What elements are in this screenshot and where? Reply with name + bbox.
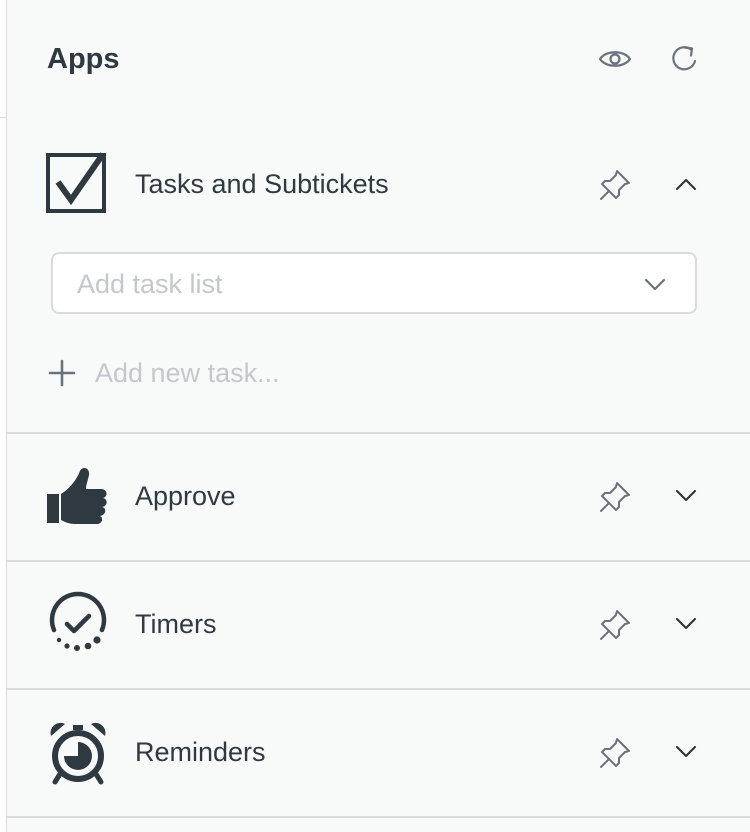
app-row-timers[interactable]: Timers [7, 562, 750, 688]
checkbox-icon [45, 150, 111, 216]
app-section-reminders: Reminders [7, 690, 750, 818]
pin-icon[interactable] [597, 607, 633, 643]
tasks-body: Add task list Add new task... [7, 250, 750, 432]
chevron-down-icon [643, 272, 667, 296]
refresh-icon[interactable] [667, 39, 703, 77]
chevron-down-icon[interactable] [671, 609, 701, 639]
app-section-approve: Approve [7, 434, 750, 562]
app-label-approve: Approve [135, 481, 236, 511]
alarm-clock-icon [45, 720, 111, 786]
pin-icon[interactable] [597, 479, 633, 515]
plus-icon [47, 358, 77, 388]
add-task-placeholder: Add new task... [95, 358, 280, 388]
app-label-timers: Timers [135, 609, 217, 639]
app-row-reminders[interactable]: Reminders [7, 690, 750, 816]
chevron-down-icon[interactable] [671, 737, 701, 767]
apps-header: Apps [7, 0, 750, 120]
app-label-reminders: Reminders [135, 737, 266, 767]
thumbs-up-icon [45, 464, 111, 530]
app-section-tasks: Tasks and Subtickets Add task list Add n… [7, 120, 750, 434]
app-section-timers: Timers [7, 562, 750, 690]
apps-panel: Apps Tasks and Subtickets Add task list … [6, 0, 750, 832]
app-row-tasks[interactable]: Tasks and Subtickets [7, 120, 750, 250]
chevron-up-icon[interactable] [671, 169, 701, 199]
task-list-select[interactable]: Add task list [51, 252, 697, 314]
chevron-down-icon[interactable] [671, 481, 701, 511]
app-label-tasks: Tasks and Subtickets [135, 169, 389, 199]
eye-icon[interactable] [595, 41, 635, 77]
panel-title: Apps [47, 43, 120, 75]
pin-icon[interactable] [597, 167, 633, 203]
add-task-button[interactable]: Add new task... [47, 355, 280, 391]
pin-icon[interactable] [597, 735, 633, 771]
task-list-placeholder: Add task list [77, 269, 223, 299]
app-row-approve[interactable]: Approve [7, 434, 750, 560]
timer-icon [45, 590, 111, 656]
